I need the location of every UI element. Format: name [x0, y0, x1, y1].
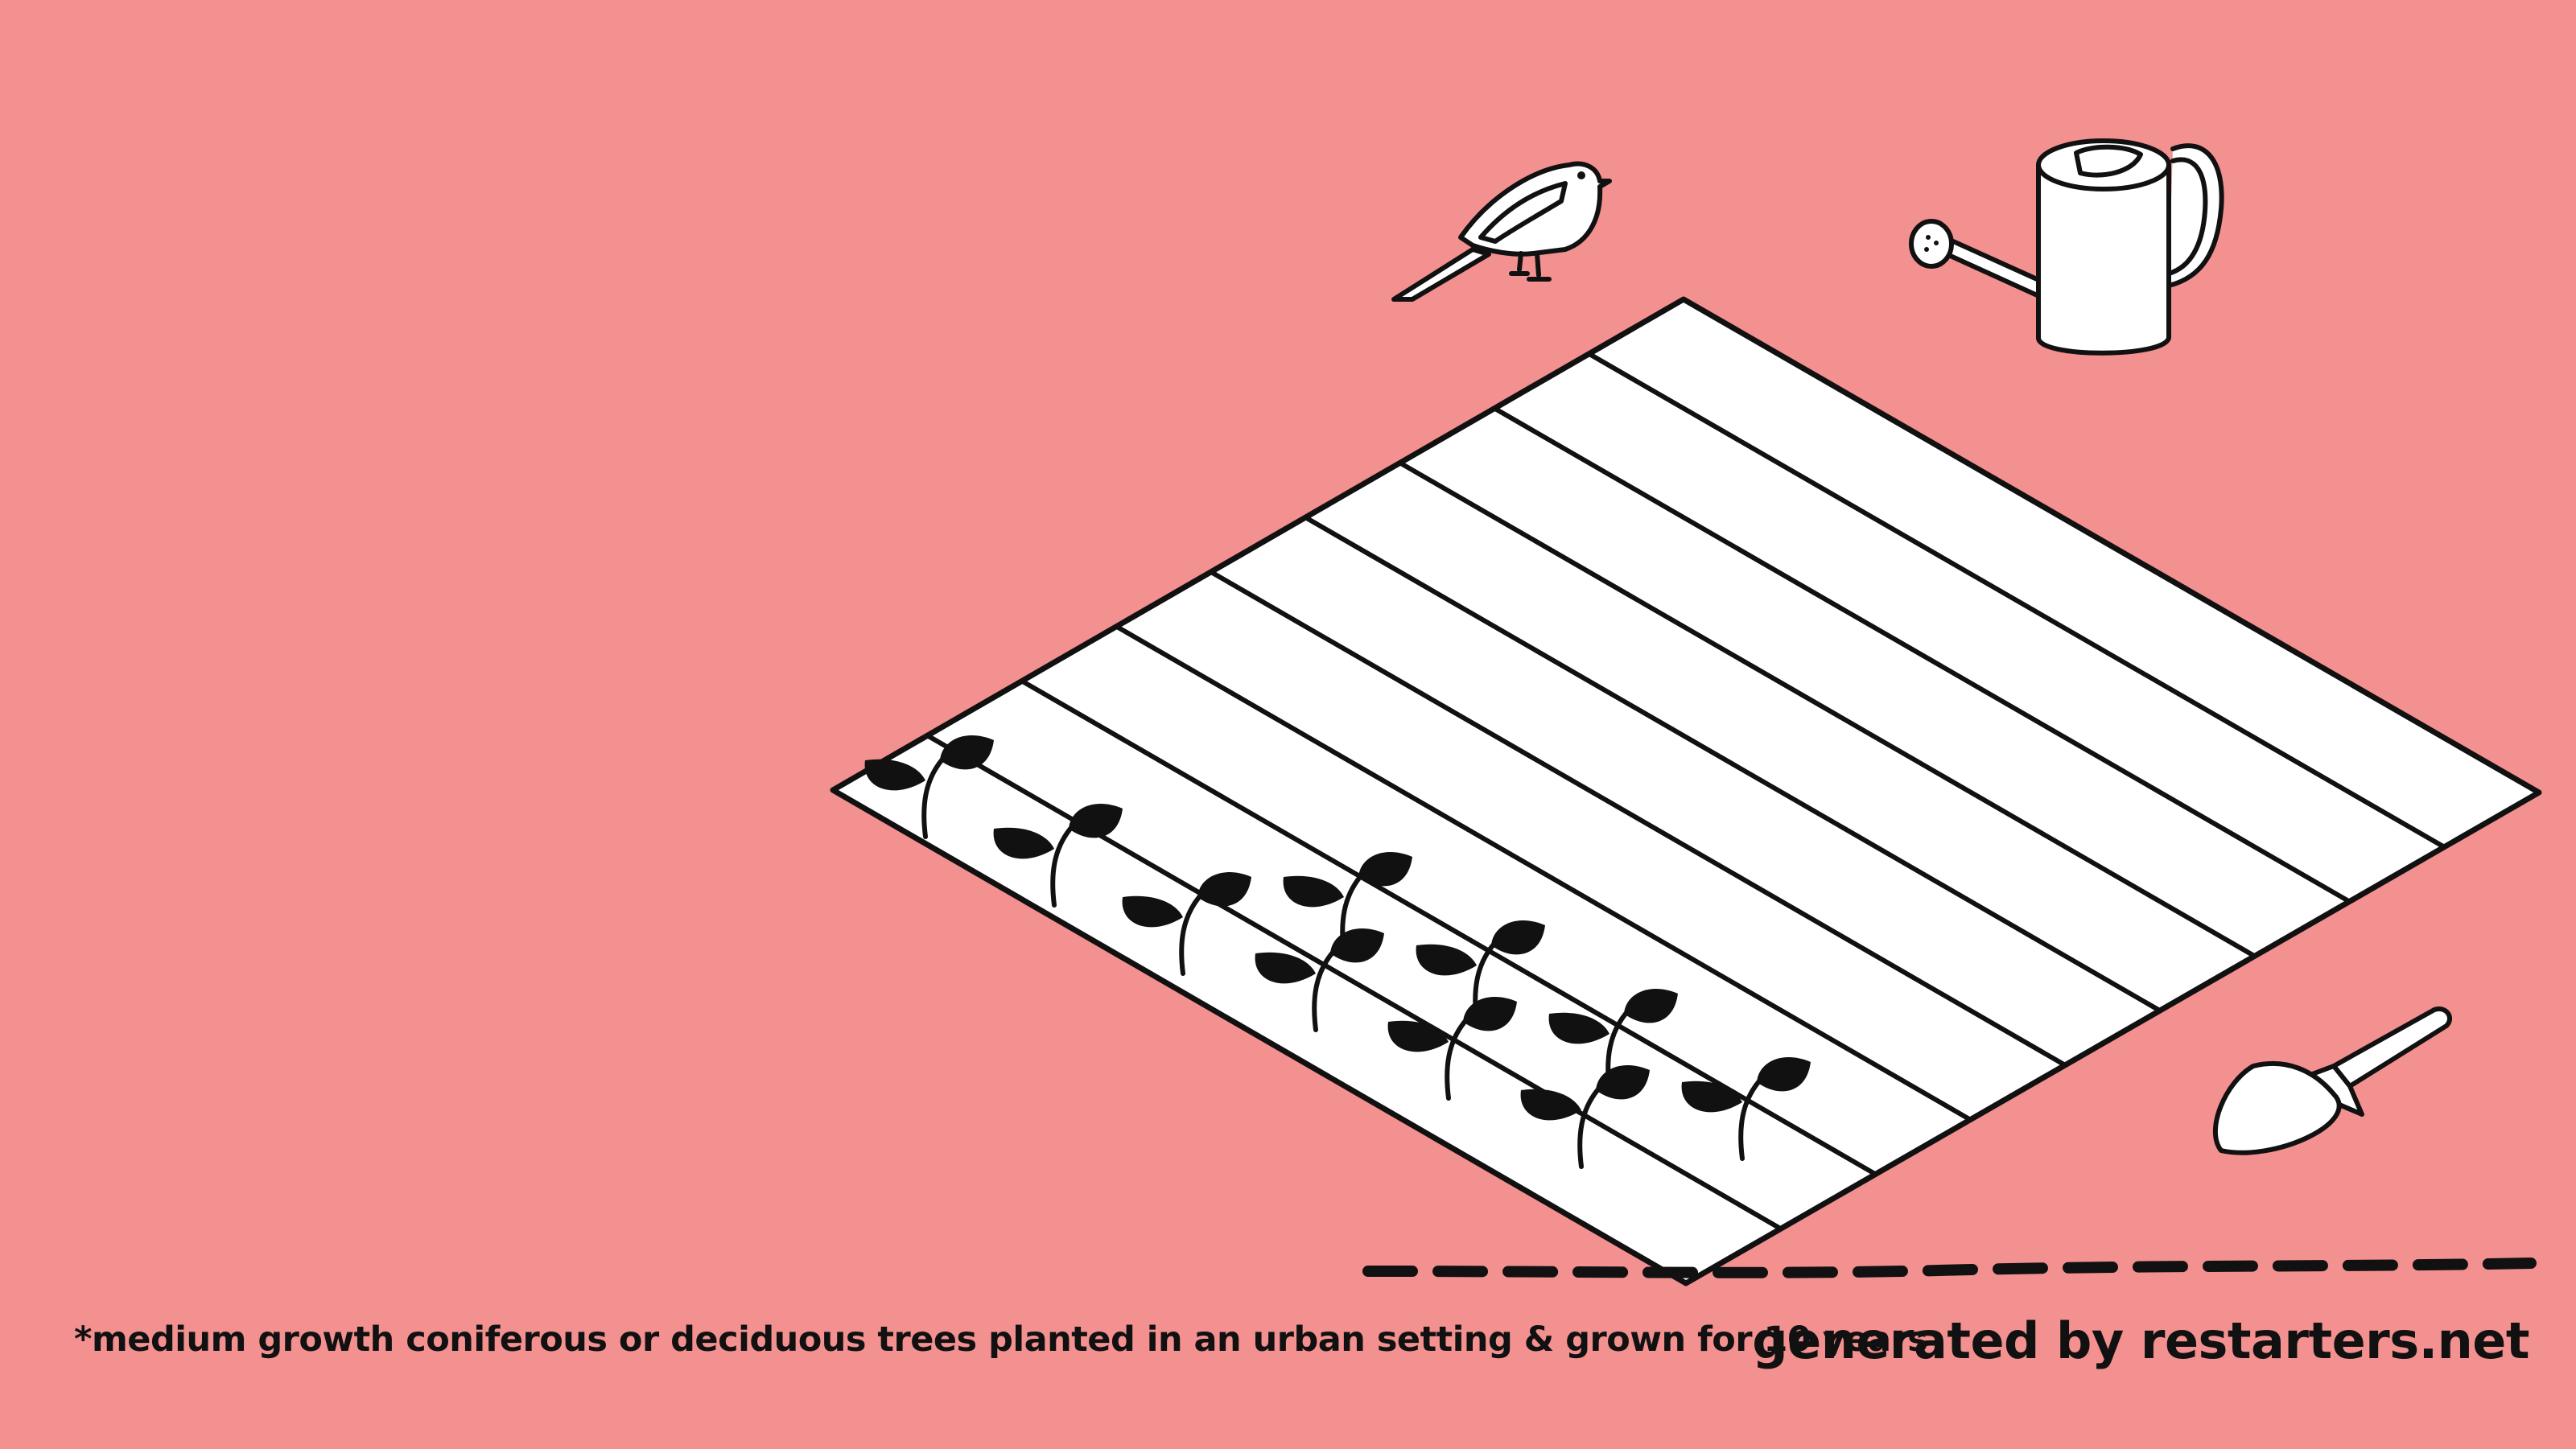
footnote-text: *medium growth coniferous or deciduous t…: [74, 1319, 1928, 1360]
bird-icon: [1391, 161, 1612, 302]
dashed-divider: [1362, 1258, 2537, 1278]
trowel-icon: [2212, 1006, 2452, 1155]
watering-can-icon: [1909, 138, 2224, 356]
illustration-canvas: *medium growth coniferous or deciduous t…: [0, 0, 2576, 1449]
garden-scene: [830, 138, 2542, 1286]
credit-text[interactable]: generated by restarters.net: [1752, 1311, 2529, 1370]
